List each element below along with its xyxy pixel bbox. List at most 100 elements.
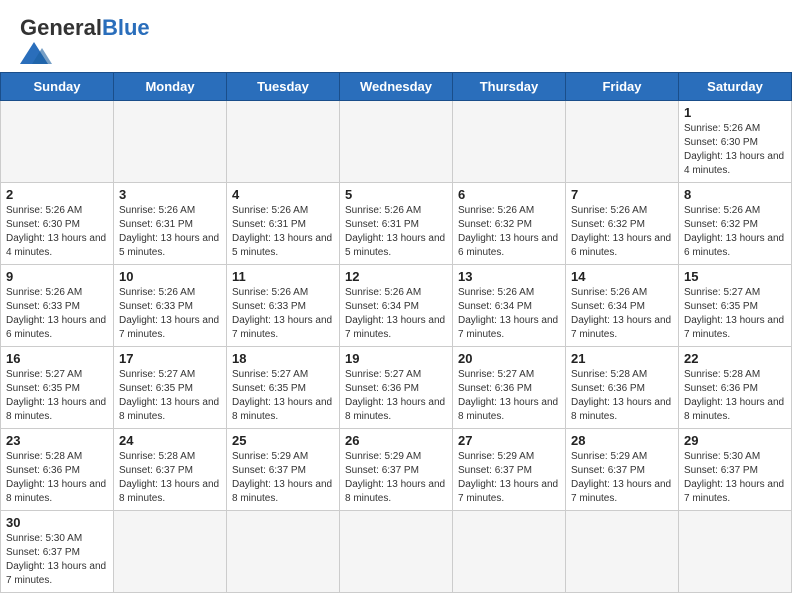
day-info: Sunrise: 5:26 AM Sunset: 6:34 PM Dayligh… [458, 286, 560, 342]
day-number: 24 [119, 433, 221, 448]
calendar-cell [679, 511, 792, 593]
day-info: Sunrise: 5:26 AM Sunset: 6:31 PM Dayligh… [345, 204, 447, 260]
weekday-row: SundayMondayTuesdayWednesdayThursdayFrid… [1, 73, 792, 101]
day-number: 12 [345, 269, 447, 284]
day-number: 22 [684, 351, 786, 366]
day-info: Sunrise: 5:30 AM Sunset: 6:37 PM Dayligh… [684, 450, 786, 506]
weekday-header-sunday: Sunday [1, 73, 114, 101]
day-info: Sunrise: 5:28 AM Sunset: 6:37 PM Dayligh… [119, 450, 221, 506]
calendar-cell: 7 Sunrise: 5:26 AM Sunset: 6:32 PM Daylig… [566, 183, 679, 265]
header: GeneralBlue [0, 0, 792, 72]
calendar-cell: 19 Sunrise: 5:27 AM Sunset: 6:36 PM Dayli… [340, 347, 453, 429]
day-number: 21 [571, 351, 673, 366]
logo-icon [20, 42, 58, 64]
day-info: Sunrise: 5:27 AM Sunset: 6:35 PM Dayligh… [119, 368, 221, 424]
day-info: Sunrise: 5:26 AM Sunset: 6:31 PM Dayligh… [232, 204, 334, 260]
calendar-cell: 9 Sunrise: 5:26 AM Sunset: 6:33 PM Daylig… [1, 265, 114, 347]
day-number: 19 [345, 351, 447, 366]
day-number: 4 [232, 187, 334, 202]
calendar-cell: 27 Sunrise: 5:29 AM Sunset: 6:37 PM Dayli… [453, 429, 566, 511]
calendar-cell: 16Sunrise: 5:27 AM Sunset: 6:35 PM Dayli… [1, 347, 114, 429]
day-number: 1 [684, 105, 786, 120]
calendar-week-3: 16 Sunrise: 5:27 AM Sunset: 6:35 PM Dayli… [1, 347, 792, 429]
day-info: Sunrise: 5:26 AM Sunset: 6:32 PM Dayligh… [571, 204, 673, 260]
day-number: 23 [6, 433, 108, 448]
day-info: Sunrise: 5:26 AM Sunset: 6:34 PM Dayligh… [345, 286, 447, 342]
day-number: 15 [684, 269, 786, 284]
day-number: 2 [6, 187, 108, 202]
day-number: 29 [684, 433, 786, 448]
day-info: Sunrise: 5:26 AM Sunset: 6:30 PM Dayligh… [684, 122, 786, 178]
calendar-cell: 6Sunrise: 5:26 AM Sunset: 6:32 PM Daylig… [453, 183, 566, 265]
day-info: Sunrise: 5:26 AM Sunset: 6:33 PM Dayligh… [232, 286, 334, 342]
day-info: Sunrise: 5:26 AM Sunset: 6:34 PM Dayligh… [571, 286, 673, 342]
day-info: Sunrise: 5:28 AM Sunset: 6:36 PM Dayligh… [571, 368, 673, 424]
calendar-cell: 30 Sunrise: 5:30 AM Sunset: 6:37 PM Dayli… [1, 511, 114, 593]
day-info: Sunrise: 5:27 AM Sunset: 6:36 PM Dayligh… [345, 368, 447, 424]
day-info: Sunrise: 5:27 AM Sunset: 6:36 PM Dayligh… [458, 368, 560, 424]
day-info: Sunrise: 5:26 AM Sunset: 6:31 PM Dayligh… [119, 204, 221, 260]
day-info: Sunrise: 5:26 AM Sunset: 6:32 PM Dayligh… [684, 204, 786, 260]
calendar-cell [566, 101, 679, 183]
day-number: 9 [6, 269, 108, 284]
weekday-header-saturday: Saturday [679, 73, 792, 101]
day-info: Sunrise: 5:30 AM Sunset: 6:37 PM Dayligh… [6, 532, 108, 588]
calendar-cell [566, 511, 679, 593]
day-number: 30 [6, 515, 108, 530]
day-info: Sunrise: 5:26 AM Sunset: 6:30 PM Dayligh… [6, 204, 108, 260]
day-number: 27 [458, 433, 560, 448]
day-info: Sunrise: 5:26 AM Sunset: 6:33 PM Dayligh… [6, 286, 108, 342]
calendar-week-5: 30 Sunrise: 5:30 AM Sunset: 6:37 PM Dayli… [1, 511, 792, 593]
logo: GeneralBlue [20, 16, 150, 64]
calendar-body: 1 Sunrise: 5:26 AM Sunset: 6:30 PM Daylig… [1, 101, 792, 593]
calendar-week-2: 9 Sunrise: 5:26 AM Sunset: 6:33 PM Daylig… [1, 265, 792, 347]
day-info: Sunrise: 5:29 AM Sunset: 6:37 PM Dayligh… [458, 450, 560, 506]
day-number: 13 [458, 269, 560, 284]
calendar-cell: 2 Sunrise: 5:26 AM Sunset: 6:30 PM Daylig… [1, 183, 114, 265]
day-info: Sunrise: 5:29 AM Sunset: 6:37 PM Dayligh… [232, 450, 334, 506]
calendar-cell: 18Sunrise: 5:27 AM Sunset: 6:35 PM Dayli… [227, 347, 340, 429]
day-number: 28 [571, 433, 673, 448]
calendar-cell: 28Sunrise: 5:29 AM Sunset: 6:37 PM Dayli… [566, 429, 679, 511]
calendar-week-1: 2 Sunrise: 5:26 AM Sunset: 6:30 PM Daylig… [1, 183, 792, 265]
page: GeneralBlue SundayMondayTuesdayWednesday… [0, 0, 792, 612]
day-number: 5 [345, 187, 447, 202]
calendar-cell: 22 Sunrise: 5:28 AM Sunset: 6:36 PM Dayli… [679, 347, 792, 429]
weekday-header-wednesday: Wednesday [340, 73, 453, 101]
calendar-cell [453, 101, 566, 183]
day-info: Sunrise: 5:28 AM Sunset: 6:36 PM Dayligh… [684, 368, 786, 424]
calendar-cell [227, 511, 340, 593]
calendar-cell: 20Sunrise: 5:27 AM Sunset: 6:36 PM Dayli… [453, 347, 566, 429]
day-number: 7 [571, 187, 673, 202]
weekday-header-monday: Monday [114, 73, 227, 101]
calendar-cell: 23 Sunrise: 5:28 AM Sunset: 6:36 PM Dayli… [1, 429, 114, 511]
weekday-header-friday: Friday [566, 73, 679, 101]
day-number: 14 [571, 269, 673, 284]
calendar-cell: 8 Sunrise: 5:26 AM Sunset: 6:32 PM Daylig… [679, 183, 792, 265]
calendar-cell [340, 101, 453, 183]
day-info: Sunrise: 5:28 AM Sunset: 6:36 PM Dayligh… [6, 450, 108, 506]
day-number: 16 [6, 351, 108, 366]
day-number: 8 [684, 187, 786, 202]
day-info: Sunrise: 5:26 AM Sunset: 6:33 PM Dayligh… [119, 286, 221, 342]
calendar-cell: 11 Sunrise: 5:26 AM Sunset: 6:33 PM Dayli… [227, 265, 340, 347]
calendar-table: SundayMondayTuesdayWednesdayThursdayFrid… [0, 72, 792, 593]
day-number: 6 [458, 187, 560, 202]
day-number: 26 [345, 433, 447, 448]
day-number: 3 [119, 187, 221, 202]
calendar-cell: 26 Sunrise: 5:29 AM Sunset: 6:37 PM Dayli… [340, 429, 453, 511]
calendar-cell: 25Sunrise: 5:29 AM Sunset: 6:37 PM Dayli… [227, 429, 340, 511]
calendar-week-0: 1 Sunrise: 5:26 AM Sunset: 6:30 PM Daylig… [1, 101, 792, 183]
calendar-cell: 17Sunrise: 5:27 AM Sunset: 6:35 PM Dayli… [114, 347, 227, 429]
day-number: 11 [232, 269, 334, 284]
day-info: Sunrise: 5:29 AM Sunset: 6:37 PM Dayligh… [345, 450, 447, 506]
day-number: 10 [119, 269, 221, 284]
calendar-cell: 15Sunrise: 5:27 AM Sunset: 6:35 PM Dayli… [679, 265, 792, 347]
calendar-cell [114, 511, 227, 593]
calendar-week-4: 23 Sunrise: 5:28 AM Sunset: 6:36 PM Dayli… [1, 429, 792, 511]
calendar-cell: 13 Sunrise: 5:26 AM Sunset: 6:34 PM Dayli… [453, 265, 566, 347]
calendar-header: SundayMondayTuesdayWednesdayThursdayFrid… [1, 73, 792, 101]
calendar-cell [453, 511, 566, 593]
logo-text: GeneralBlue [20, 16, 150, 64]
day-number: 18 [232, 351, 334, 366]
